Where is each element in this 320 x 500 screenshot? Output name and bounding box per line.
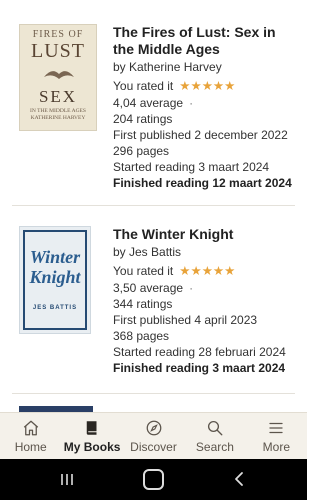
page-count: 368 pages [113,329,170,343]
tab-label: My Books [63,440,121,454]
tab-label: More [262,440,290,454]
book-info: The Fires of Lust: Sex in the Middle Age… [113,24,297,191]
cover-author-text: JES BATTIS [32,305,78,311]
book-cover[interactable]: FIRES OF LUST SEX IN THE MIDDLE AGES KAT… [19,24,97,131]
book-info: The Winter Knight by Jes Battis You rate… [113,226,297,376]
user-rating[interactable]: You rated it ★★★★★ [113,263,297,279]
average-rating: 3,50 average · [113,280,297,296]
separator-dot: · [189,281,194,295]
cover-subtitle-text: IN THE MIDDLE AGES KATHERINE HARVEY [30,108,86,121]
ratings-count: 204 ratings [113,112,173,126]
system-navigation-bar [0,459,307,500]
tab-label: Home [14,440,47,454]
divider [12,393,295,394]
rating-stars-icon[interactable]: ★★★★★ [179,78,235,94]
rated-label: You rated it [113,79,174,93]
tab-label: Discover [130,440,177,454]
divider [12,205,295,206]
home-icon [23,420,38,436]
cover-sex-text: SEX [38,87,78,106]
book-item-fires-of-lust[interactable]: FIRES OF LUST SEX IN THE MIDDLE AGES KAT… [0,0,307,205]
page-count: 296 pages [113,144,170,158]
book-author[interactable]: by Katherine Harvey [113,59,297,75]
back-icon[interactable] [232,471,246,487]
first-published: First published 2 december 2022 [113,128,288,142]
book-title[interactable]: The Fires of Lust: Sex in the Middle Age… [113,24,297,58]
book-title[interactable]: The Winter Knight [113,226,297,243]
tab-search[interactable]: Search [184,413,245,459]
tab-my-books[interactable]: My Books [61,413,122,459]
book-cover[interactable]: Winter Knight JES BATTIS [19,226,91,334]
average-value: 3,50 average [113,281,184,295]
tab-more[interactable]: More [246,413,307,459]
rated-label: You rated it [113,264,174,278]
book-icon [86,421,97,435]
average-value: 4,04 average [113,96,184,110]
ratings-count: 344 ratings [113,297,173,311]
cover-title-text: LUST [31,40,85,62]
bottom-tab-bar: Home My Books Discover Search More [0,412,307,459]
finished-reading: Finished reading 12 maart 2024 [113,176,292,190]
user-rating[interactable]: You rated it ★★★★★ [113,78,297,94]
separator-dot: · [189,96,194,110]
tab-discover[interactable]: Discover [123,413,184,459]
menu-icon [269,422,283,434]
search-icon [207,420,223,436]
compass-icon [146,420,161,436]
cover-title-text: Winter Knight [29,247,81,287]
first-published: First published 4 april 2023 [113,313,258,327]
recent-apps-icon[interactable] [60,473,74,486]
cover-top-text: FIRES OF [32,29,84,40]
rating-stars-icon[interactable]: ★★★★★ [179,263,235,279]
book-author[interactable]: by Jes Battis [113,244,297,260]
average-rating: 4,04 average · [113,95,297,111]
home-button-icon[interactable] [143,469,164,490]
started-reading: Started reading 3 maart 2024 [113,160,270,174]
finished-reading: Finished reading 3 maart 2024 [113,361,286,375]
started-reading: Started reading 28 februari 2024 [113,345,286,359]
bird-illustration-icon [44,71,74,79]
tab-label: Search [195,440,234,454]
tab-home[interactable]: Home [0,413,61,459]
